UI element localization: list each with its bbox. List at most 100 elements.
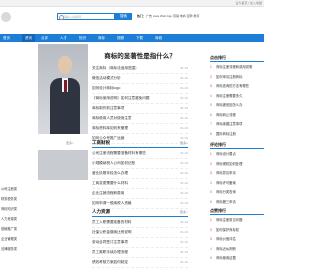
more-link-finance[interactable]: 更多> [180,141,188,145]
list-item-title[interactable]: 社保公积金缴纳比例说明 [92,230,132,234]
sidebar-rank-item[interactable]: 1 商标注册流程和费用说明 [210,64,264,69]
list-item[interactable]: 商标制作前注意事项 01-10 [92,104,188,114]
rank-title[interactable]: 商标撤三申请 [216,200,236,204]
rank-title[interactable]: 商标许可备案 [216,181,236,185]
list-item-title[interactable]: 如何设计商标logo [92,86,120,90]
rank-title[interactable]: 商标侵权如何处理 [216,162,242,166]
left-list-item[interactable]: 营销推广类 [1,226,37,231]
nav-item[interactable]: 首页 [3,34,10,42]
list-item[interactable]: 员工离职手续办理流程 01-10 [92,248,188,258]
list-item[interactable]: 企业注销流程和费用 01-10 [92,189,188,199]
left-list-item[interactable]: 公司注册类 [1,186,37,191]
sidebar-rank-item[interactable]: 6 商标转让流程 [210,112,264,117]
more-link-hr[interactable]: 更多> [180,210,188,214]
sidebar-rank-item[interactable]: 5 商标使用证据 [210,255,264,260]
left-list-item[interactable]: 企业管理类 [1,236,37,241]
sidebar-rank-item[interactable]: 2 商标侵权如何处理 [210,161,264,166]
list-item-title[interactable]: 员工入职需要准备的材料 [92,220,132,224]
rank-title[interactable]: 商标近似判断 [216,247,236,251]
rank-title[interactable]: 国际商标注册 [216,132,236,136]
rank-title[interactable]: 如何保护商标权 [216,228,239,232]
list-item-title[interactable]: 微信活动模式分析 [92,76,121,80]
search-button[interactable]: 搜索 [115,13,132,20]
nav-item[interactable]: 人才 [60,34,67,42]
sidebar-rank-item[interactable]: 4 商标注册需要多久 [210,93,264,98]
nav-item[interactable]: 商城 [155,34,162,42]
nav-item[interactable]: 下载 [136,34,143,42]
rank-title[interactable]: 商标分类查询 [216,190,236,194]
nav-item[interactable]: 资讯 [22,34,35,42]
rank-title[interactable]: 商标查询的方法有哪些 [216,84,249,88]
nav-item[interactable]: 点评 [41,34,48,42]
left-list-item[interactable]: 财务税务类 [1,196,37,201]
nav-item[interactable]: 视频 [117,34,124,42]
list-item[interactable]: 营业执照年检怎么办理 01-10 [92,169,188,179]
list-item[interactable]: 关注商标（商标法适用范围） 01-10 [92,64,188,74]
left-list-item[interactable]: 商标知识类 [1,206,37,211]
rank-title[interactable]: 商标注册流程和费用说明 [216,65,252,69]
list-item-title[interactable]: 小规模纳税人公司如何记账 [92,161,135,165]
list-item-title[interactable]: 企业注销流程和费用 [92,191,124,195]
hot-list[interactable]: 广告 Java Web App 营销 电商 招聘 教育 [146,14,199,18]
list-item[interactable]: 如何设计商标logo 01-10 [92,84,188,94]
left-list-item[interactable]: 法律服务类 [1,246,37,251]
nav-item[interactable]: 商标 [98,34,105,42]
list-item[interactable]: 社保公积金缴纳比例说明 01-10 [92,228,188,238]
sidebar-rank-item[interactable]: 2 如何申请注册商标 [210,74,264,79]
list-item[interactable]: 商标资料库如何来管理 01-10 [92,124,188,134]
sidebar-rank-item[interactable]: 6 商标撤三申请 [210,199,264,204]
list-item-title[interactable]: 营业执照年检怎么办理 [92,171,128,175]
rank-title[interactable]: 商标设计要点 [216,152,236,156]
sidebar-rank-item[interactable]: 1 商标注册常见问题 [210,217,264,222]
list-item-title[interactable]: 商标使用人员对使用注意 [92,116,132,120]
list-item-title[interactable]: 如何申请一般纳税人资格 [92,201,132,205]
rank-title[interactable]: 商标使用证据 [216,256,236,260]
list-item[interactable]: 劳动合同签订注意事项 01-10 [92,238,188,248]
rank-title[interactable]: 商标被驳回怎么办 [216,103,242,107]
sidebar-rank-item[interactable]: 7 商标续展注意事项 [210,121,264,126]
list-item-title[interactable]: 《商标使用说明》如何注意避免问题 [92,96,150,100]
list-item[interactable]: 如何申请一般纳税人资格 01-10 [92,199,188,209]
rank-title[interactable]: 商标注册常见问题 [216,218,242,222]
list-item-title[interactable]: 劳动合同签订注意事项 [92,240,128,244]
rank-title[interactable]: 商标续展注意事项 [216,122,242,126]
rank-title[interactable]: 商标价值评估 [216,237,236,241]
sidebar-rank-item[interactable]: 4 商标近似判断 [210,246,264,251]
sidebar-rank-item[interactable]: 5 商标分类查询 [210,189,264,194]
site-logo[interactable] [1,12,11,22]
list-item[interactable]: 工商变更需要什么材料 01-10 [92,179,188,189]
left-list-item[interactable]: 人力资源类 [1,216,37,221]
sidebar-rank-item[interactable]: 2 如何保护商标权 [210,227,264,232]
list-item-title[interactable]: 工商变更需要什么材料 [92,181,128,185]
article-title[interactable]: 商标的显著性是指什么？ [92,50,188,60]
list-item[interactable]: 微信活动模式分析 01-10 [92,74,188,84]
left-more-link[interactable]: 更多> [66,141,74,145]
list-item[interactable]: 商标使用人员对使用注意 01-10 [92,114,188,124]
list-item[interactable]: 绩效考核方案如何制定 01-10 [92,258,188,268]
sidebar-rank-item[interactable]: 4 商标许可备案 [210,180,264,185]
sidebar-rank-item[interactable]: 1 商标设计要点 [210,151,264,156]
list-item[interactable]: 《商标使用说明》如何注意避免问题 01-10 [92,94,188,104]
sidebar-rank-item[interactable]: 8 国际商标注册 [210,131,264,136]
rank-title[interactable]: 商标转让流程 [216,113,236,117]
list-item-title[interactable]: 关注商标（商标法适用范围） [92,66,139,70]
list-item-title[interactable]: 商标资料库如何来管理 [92,126,128,130]
rank-title[interactable]: 如何申请注册商标 [216,75,242,79]
search-input[interactable]: 请输入关键词 [57,13,115,20]
list-item[interactable]: 员工入职需要准备的材料 01-10 [92,218,188,228]
nav-item[interactable]: 知识 [79,34,86,42]
list-item-title[interactable]: 商标制作前注意事项 [92,106,124,110]
left-thumbnail[interactable] [38,150,88,180]
rank-title[interactable]: 商标异议申请 [216,171,236,175]
sidebar-rank-item[interactable]: 3 商标查询的方法有哪些 [210,83,264,88]
top-links[interactable]: 设为首页 | 加入收藏 [236,0,262,6]
list-item-title[interactable]: 员工离职手续办理流程 [92,250,128,254]
sidebar-rank-item[interactable]: 3 商标异议申请 [210,170,264,175]
list-item[interactable]: 小规模纳税人公司如何记账 01-10 [92,159,188,169]
list-item-title[interactable]: 绩效考核方案如何制定 [92,260,128,264]
list-item-title[interactable]: 公司注册流程需要准备材料有哪些 [92,151,146,155]
rank-title[interactable]: 商标注册需要多久 [216,94,242,98]
sidebar-rank-item[interactable]: 5 商标被驳回怎么办 [210,102,264,107]
list-item[interactable]: 公司注册流程需要准备材料有哪些 01-10 [92,149,188,159]
article-thumbnail[interactable] [38,44,88,134]
